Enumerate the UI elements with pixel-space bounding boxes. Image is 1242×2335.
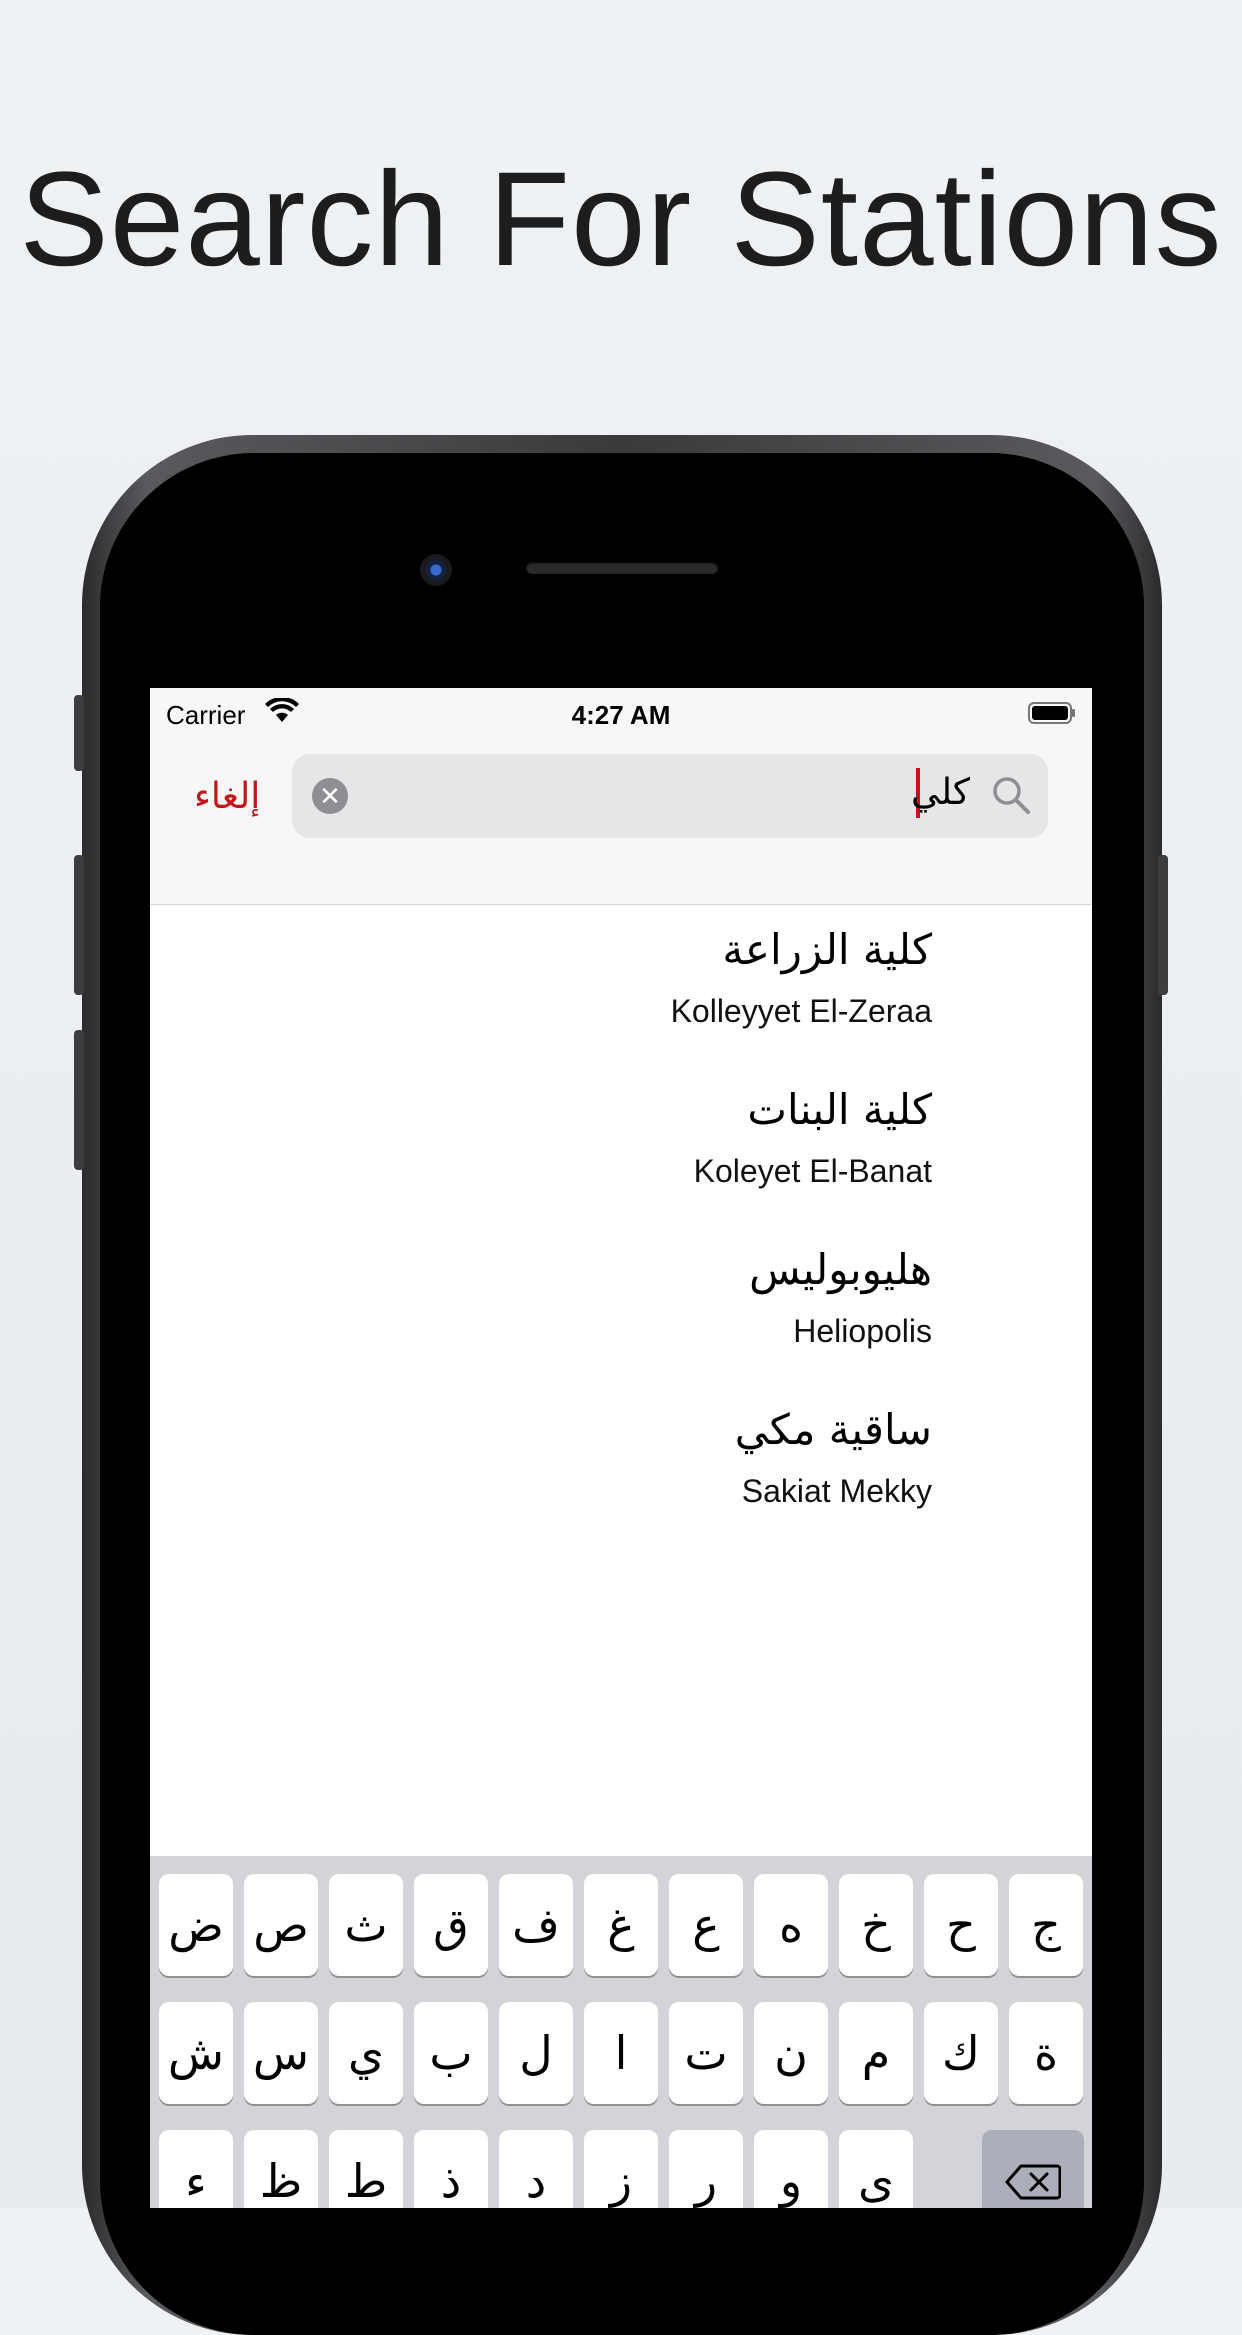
keyboard-key[interactable]: خ xyxy=(839,1874,913,1976)
list-item[interactable]: هليوبوليس Heliopolis xyxy=(150,1225,1092,1385)
status-bar: Carrier 4:27 AM xyxy=(150,688,1092,738)
keyboard-key[interactable]: م xyxy=(839,2002,913,2104)
keyboard-key[interactable]: ح xyxy=(924,1874,998,1976)
keyboard-key[interactable]: ف xyxy=(499,1874,573,1976)
backspace-icon xyxy=(1005,2164,1062,2200)
keyboard-key[interactable]: ا xyxy=(584,2002,658,2104)
front-camera xyxy=(420,554,452,586)
cancel-button[interactable]: إلغاء xyxy=(194,776,260,817)
keyboard-key[interactable]: ع xyxy=(669,1874,743,1976)
station-name-english: Kolleyyet El-Zeraa xyxy=(670,993,932,1029)
keyboard-key[interactable]: ر xyxy=(669,2130,743,2208)
keyboard-key[interactable]: ى xyxy=(839,2130,913,2208)
keyboard-key[interactable]: ة xyxy=(1009,2002,1083,2104)
search-field[interactable]: ✕ كلي xyxy=(292,754,1048,838)
list-item[interactable]: كلية الزراعة Kolleyyet El-Zeraa xyxy=(150,905,1092,1065)
keyboard-key[interactable]: و xyxy=(754,2130,828,2208)
keyboard-key[interactable]: ل xyxy=(499,2002,573,2104)
keyboard-key[interactable]: ق xyxy=(414,1874,488,1976)
keyboard-key[interactable]: ز xyxy=(584,2130,658,2208)
search-icon xyxy=(993,777,1030,814)
station-name-english: Heliopolis xyxy=(793,1313,932,1349)
keyboard-key[interactable]: ء xyxy=(159,2130,233,2208)
keyboard-key[interactable]: ط xyxy=(329,2130,403,2208)
keyboard-key[interactable]: ب xyxy=(414,2002,488,2104)
search-input[interactable]: كلي xyxy=(911,772,970,813)
station-name-arabic: هليوبوليس xyxy=(749,1245,932,1294)
keyboard-key[interactable]: غ xyxy=(584,1874,658,1976)
battery-icon xyxy=(1028,702,1075,724)
keyboard-key[interactable]: س xyxy=(244,2002,318,2104)
volume-up-button xyxy=(74,855,84,995)
volume-down-button xyxy=(74,1030,84,1170)
station-name-arabic: كلية الزراعة xyxy=(722,925,932,974)
keyboard-key[interactable]: ذ xyxy=(414,2130,488,2208)
keyboard-key[interactable]: د xyxy=(499,2130,573,2208)
keyboard-key[interactable]: ش xyxy=(159,2002,233,2104)
status-time: 4:27 AM xyxy=(571,700,671,730)
phone-screen: Carrier 4:27 AM إلغاء ✕ كلي كلية الزراعة xyxy=(150,688,1092,2208)
page-headline: Search For Stations xyxy=(19,145,1223,294)
clear-icon[interactable]: ✕ xyxy=(312,778,348,814)
keyboard-key[interactable]: ك xyxy=(924,2002,998,2104)
power-button xyxy=(1158,855,1168,995)
arabic-keyboard: ض ص ث ق ف غ ع ه خ ح ج ش س ي ب ل ا ت ن م … xyxy=(150,1856,1092,2208)
delete-key[interactable] xyxy=(982,2130,1084,2208)
station-name-arabic: كلية البنات xyxy=(747,1085,932,1134)
keyboard-key[interactable]: ن xyxy=(754,2002,828,2104)
station-name-english: Sakiat Mekky xyxy=(741,1473,932,1509)
station-name-arabic: ساقية مكي xyxy=(734,1405,932,1454)
keyboard-key[interactable]: ه xyxy=(754,1874,828,1976)
keyboard-key[interactable]: ص xyxy=(244,1874,318,1976)
search-header: إلغاء ✕ كلي xyxy=(150,738,1092,905)
keyboard-key[interactable]: ث xyxy=(329,1874,403,1976)
keyboard-key[interactable]: ت xyxy=(669,2002,743,2104)
earpiece-speaker xyxy=(526,562,718,574)
silent-switch xyxy=(74,695,84,771)
keyboard-key[interactable]: ظ xyxy=(244,2130,318,2208)
keyboard-key[interactable]: ي xyxy=(329,2002,403,2104)
results-list: كلية الزراعة Kolleyyet El-Zeraa كلية الب… xyxy=(150,905,1092,1545)
list-item[interactable]: ساقية مكي Sakiat Mekky xyxy=(150,1385,1092,1545)
keyboard-key[interactable]: ض xyxy=(159,1874,233,1976)
station-name-english: Koleyet El-Banat xyxy=(693,1153,932,1189)
list-item[interactable]: كلية البنات Koleyet El-Banat xyxy=(150,1065,1092,1225)
keyboard-key[interactable]: ج xyxy=(1009,1874,1083,1976)
